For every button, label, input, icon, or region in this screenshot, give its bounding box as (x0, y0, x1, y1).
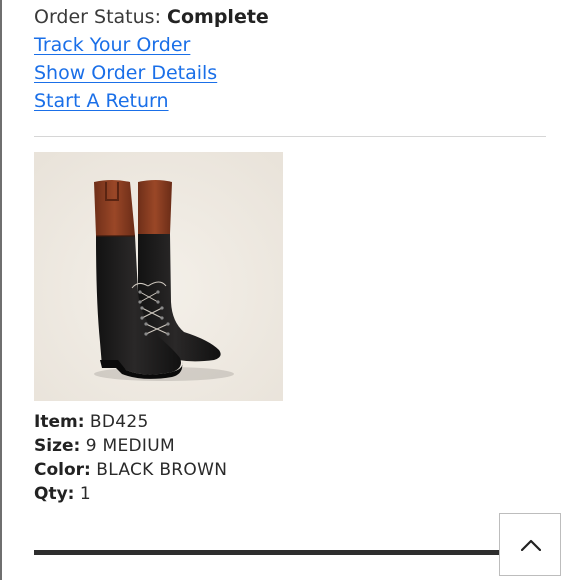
order-status-page: Order Status: Complete Track Your Order … (0, 0, 580, 580)
item-row: Item: BD425 (34, 410, 227, 434)
bottom-divider (34, 550, 500, 555)
scroll-to-top-button[interactable] (499, 513, 561, 576)
product-image[interactable] (34, 152, 283, 401)
left-border (0, 0, 2, 580)
item-label: Item: (34, 412, 85, 432)
color-row: Color: BLACK BROWN (34, 458, 227, 482)
track-order-link[interactable]: Track Your Order (34, 32, 190, 58)
size-label: Size: (34, 436, 81, 456)
chevron-up-icon (521, 539, 541, 551)
color-value: BLACK BROWN (96, 460, 228, 480)
order-status-label: Order Status: (34, 6, 161, 28)
order-status: Order Status: Complete (34, 4, 269, 30)
qty-row: Qty: 1 (34, 482, 227, 506)
qty-value: 1 (79, 484, 91, 504)
show-order-details-link[interactable]: Show Order Details (34, 60, 217, 86)
start-return-link[interactable]: Start A Return (34, 88, 169, 114)
qty-label: Qty: (34, 484, 75, 504)
item-details: Item: BD425 Size: 9 MEDIUM Color: BLACK … (34, 410, 227, 506)
size-row: Size: 9 MEDIUM (34, 434, 227, 458)
section-divider (34, 136, 546, 137)
item-value: BD425 (89, 412, 149, 432)
size-value: 9 MEDIUM (85, 436, 175, 456)
order-status-value: Complete (167, 6, 269, 28)
color-label: Color: (34, 460, 91, 480)
